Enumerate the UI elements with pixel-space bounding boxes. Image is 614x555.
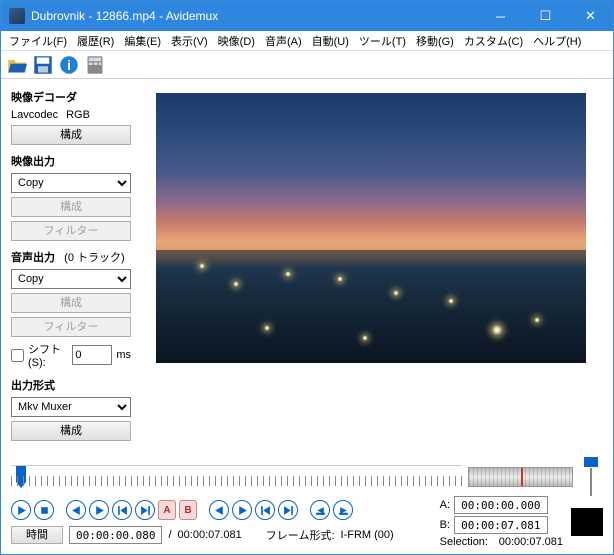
- close-button[interactable]: ✕: [568, 1, 613, 31]
- shift-input[interactable]: [72, 345, 112, 365]
- a-time: 00:00:00.000: [454, 496, 547, 514]
- selection-info: A: 00:00:00.000 B: 00:00:07.081 Selection:…: [440, 496, 563, 548]
- aout-config-button[interactable]: 構成: [11, 293, 131, 313]
- frame-type: I-FRM (00): [341, 529, 394, 541]
- jog-wheel[interactable]: [468, 467, 573, 487]
- shift-checkbox[interactable]: [11, 349, 24, 362]
- prev-cut-button[interactable]: [209, 500, 229, 520]
- shift-unit: ms: [116, 349, 131, 361]
- next-black-button[interactable]: [333, 500, 353, 520]
- total-time: 00:00:07.081: [178, 529, 242, 541]
- set-b-button[interactable]: B: [179, 500, 197, 520]
- next-keyframe-button[interactable]: [135, 500, 155, 520]
- open-icon[interactable]: [7, 55, 27, 75]
- app-icon: [9, 8, 25, 24]
- save-icon[interactable]: [33, 55, 53, 75]
- prev-black-button[interactable]: [310, 500, 330, 520]
- calculator-icon[interactable]: [85, 55, 105, 75]
- time-sep: /: [168, 529, 171, 541]
- video-preview: [156, 93, 586, 363]
- menu-help[interactable]: ヘルプ(H): [529, 31, 585, 51]
- left-panel: 映像デコーダ Lavcodec RGB 構成 映像出力 Copy 構成 フィルタ…: [11, 85, 131, 451]
- info-icon[interactable]: i: [59, 55, 79, 75]
- aout-tracks: (0 トラック): [64, 252, 125, 264]
- preview-area: [139, 85, 603, 451]
- decoder-config-button[interactable]: 構成: [11, 125, 131, 145]
- menu-view[interactable]: 表示(V): [167, 31, 212, 51]
- frame-type-label: フレーム形式:: [266, 527, 335, 543]
- svg-text:i: i: [67, 58, 71, 73]
- menubar: ファイル(F) 履歴(R) 編集(E) 表示(V) 映像(D) 音声(A) 自動…: [1, 31, 613, 51]
- aout-select[interactable]: Copy: [11, 269, 131, 289]
- menu-edit[interactable]: 編集(E): [120, 31, 165, 51]
- next-cut-button[interactable]: [232, 500, 252, 520]
- timeline[interactable]: [11, 465, 462, 489]
- shift-label: シフト(S):: [28, 341, 68, 369]
- play-button[interactable]: [11, 500, 31, 520]
- window-title: Dubrovnik - 12866.mp4 - Avidemux: [31, 9, 478, 23]
- set-a-button[interactable]: A: [158, 500, 176, 520]
- bottom-panel: A B 時間 00:00:00.080 / 00:00:07.081: [1, 455, 613, 554]
- menu-custom[interactable]: カスタム(C): [460, 31, 527, 51]
- b-time: 00:00:07.081: [454, 516, 547, 534]
- titlebar: Dubrovnik - 12866.mp4 - Avidemux ─ ☐ ✕: [1, 1, 613, 31]
- time-button[interactable]: 時間: [11, 526, 63, 544]
- menu-tools[interactable]: ツール(T): [355, 31, 410, 51]
- a-label: A:: [440, 499, 450, 511]
- prev-keyframe-button[interactable]: [112, 500, 132, 520]
- first-frame-button[interactable]: [255, 500, 275, 520]
- b-label: B:: [440, 519, 450, 531]
- format-config-button[interactable]: 構成: [11, 421, 131, 441]
- playback-controls: A B: [11, 500, 430, 520]
- menu-video[interactable]: 映像(D): [214, 31, 259, 51]
- aout-filter-button[interactable]: フィルター: [11, 317, 131, 337]
- prev-frame-button[interactable]: [66, 500, 86, 520]
- menu-history[interactable]: 履歴(R): [73, 31, 118, 51]
- vout-select[interactable]: Copy: [11, 173, 131, 193]
- format-label: 出力形式: [11, 377, 131, 393]
- app-window: Dubrovnik - 12866.mp4 - Avidemux ─ ☐ ✕ フ…: [0, 0, 614, 555]
- minimize-button[interactable]: ─: [478, 1, 523, 31]
- thumbnail: [571, 508, 603, 536]
- volume-slider[interactable]: [579, 457, 603, 496]
- menu-auto[interactable]: 自動(U): [308, 31, 353, 51]
- decoder-mode: RGB: [66, 109, 90, 121]
- menu-file[interactable]: ファイル(F): [5, 31, 71, 51]
- selection-duration: 00:00:07.081: [499, 536, 563, 548]
- toolbar: i: [1, 51, 613, 79]
- decoder-label: 映像デコーダ: [11, 89, 131, 105]
- selection-label: Selection:: [440, 536, 488, 548]
- current-time[interactable]: 00:00:00.080: [69, 526, 162, 544]
- decoder-codec: Lavcodec: [11, 109, 58, 121]
- format-select[interactable]: Mkv Muxer: [11, 397, 131, 417]
- stop-button[interactable]: [34, 500, 54, 520]
- menu-go[interactable]: 移動(G): [412, 31, 458, 51]
- vout-filter-button[interactable]: フィルター: [11, 221, 131, 241]
- vout-config-button[interactable]: 構成: [11, 197, 131, 217]
- last-frame-button[interactable]: [278, 500, 298, 520]
- maximize-button[interactable]: ☐: [523, 1, 568, 31]
- aout-label: 音声出力 (0 トラック): [11, 249, 131, 265]
- next-frame-button[interactable]: [89, 500, 109, 520]
- menu-audio[interactable]: 音声(A): [261, 31, 306, 51]
- vout-label: 映像出力: [11, 153, 131, 169]
